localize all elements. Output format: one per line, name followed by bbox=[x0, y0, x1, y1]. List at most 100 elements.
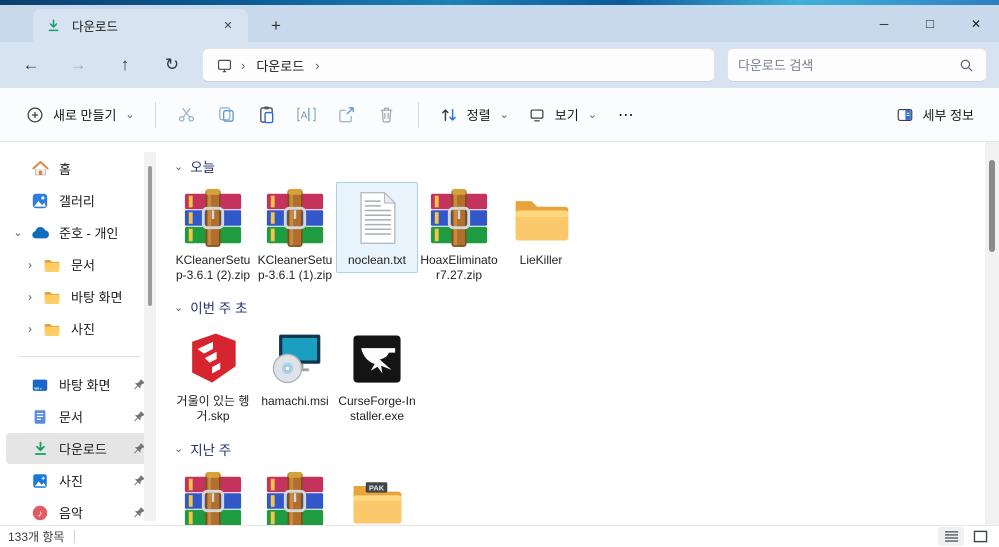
gallery-icon bbox=[30, 191, 50, 211]
search-icon bbox=[956, 55, 976, 75]
sketchup-file-icon bbox=[181, 327, 245, 391]
breadcrumb-downloads[interactable]: 다운로드 bbox=[252, 54, 308, 77]
chevron-down-icon: ⌄ bbox=[174, 442, 183, 455]
content-scrollbar[interactable] bbox=[985, 142, 999, 525]
chevron-down-icon: ⌄ bbox=[500, 108, 509, 121]
sidebar-item-home[interactable]: 홈 bbox=[6, 153, 154, 184]
sidebar-scrollbar-thumb[interactable] bbox=[148, 166, 152, 306]
winrar-archive-icon bbox=[181, 469, 245, 533]
items-count: 133개 항목 bbox=[8, 528, 64, 545]
details-button-label: 세부 정보 bbox=[923, 105, 974, 124]
group-label: 오늘 bbox=[190, 156, 215, 176]
group-label: 이번 주 초 bbox=[190, 297, 247, 317]
file-name: hamachi.msi bbox=[261, 394, 328, 409]
sidebar-label: 준호 - 개인 bbox=[59, 223, 148, 242]
this-pc-monitor-icon bbox=[214, 55, 234, 75]
file-item[interactable]: CurseForge-Installer.exe bbox=[336, 323, 418, 428]
svg-text:♪: ♪ bbox=[38, 508, 43, 519]
content-scrollbar-thumb[interactable] bbox=[989, 160, 995, 252]
view-button[interactable]: 보기 ⌄ bbox=[518, 98, 606, 132]
sidebar-item-pictures-tree[interactable]: › 사진 bbox=[6, 313, 154, 344]
more-options-button[interactable]: ⋯ bbox=[606, 105, 647, 125]
up-button[interactable]: ↑ bbox=[108, 49, 142, 81]
tab-bar: 다운로드 ✕ + ─ □ ✕ bbox=[0, 5, 999, 42]
breadcrumb-chevron-icon: › bbox=[241, 58, 245, 73]
group-header-last-week[interactable]: ⌄ 지난 주 bbox=[174, 439, 977, 459]
file-row: KCleanerSetup-3.6.1 (2).zip KCleanerSetu… bbox=[172, 182, 977, 287]
file-item[interactable]: 거울이 있는 헹거.skp bbox=[172, 323, 254, 428]
winrar-archive-icon bbox=[427, 186, 491, 250]
folder-icon bbox=[42, 255, 62, 275]
new-tab-button[interactable]: + bbox=[262, 12, 290, 40]
sidebar-label: 갤러리 bbox=[59, 191, 148, 210]
chevron-down-icon[interactable]: ⌄ bbox=[6, 226, 30, 239]
delete-button[interactable] bbox=[367, 97, 407, 133]
chevron-down-icon: ⌄ bbox=[174, 160, 183, 173]
view-button-label: 보기 bbox=[555, 105, 579, 124]
music-icon: ♪ bbox=[30, 503, 50, 523]
close-button[interactable]: ✕ bbox=[953, 5, 999, 42]
sidebar-item-desktop[interactable]: 바탕 화면 bbox=[6, 369, 154, 400]
file-item[interactable]: KCleanerSetup-3.6.1 (2).zip bbox=[172, 182, 254, 287]
folder-icon bbox=[42, 287, 62, 307]
tab-downloads[interactable]: 다운로드 ✕ bbox=[33, 9, 248, 42]
new-button[interactable]: 새로 만들기 ⌄ bbox=[16, 98, 144, 132]
tab-close-button[interactable]: ✕ bbox=[218, 16, 238, 36]
sidebar-item-pictures[interactable]: 사진 bbox=[6, 465, 154, 496]
sidebar-divider bbox=[18, 356, 140, 357]
file-item-selected[interactable]: noclean.txt bbox=[336, 182, 418, 273]
breadcrumb-chevron-icon[interactable]: › bbox=[315, 58, 319, 73]
folder-icon bbox=[509, 186, 573, 250]
search-input[interactable] bbox=[738, 58, 956, 73]
window-controls: ─ □ ✕ bbox=[861, 5, 999, 42]
cut-button[interactable] bbox=[167, 97, 207, 133]
sidebar-item-downloads[interactable]: 다운로드 bbox=[6, 433, 154, 464]
rename-button[interactable]: A bbox=[287, 97, 327, 133]
details-view-toggle[interactable] bbox=[938, 527, 964, 546]
file-item[interactable]: HoaxEliminator7.27.zip bbox=[418, 182, 500, 287]
file-name: noclean.txt bbox=[348, 253, 406, 268]
large-icons-view-toggle[interactable] bbox=[967, 527, 993, 546]
maximize-button[interactable]: □ bbox=[907, 5, 953, 42]
chevron-right-icon[interactable]: › bbox=[18, 258, 42, 272]
text-file-icon bbox=[345, 186, 409, 250]
sidebar-scrollbar[interactable] bbox=[144, 152, 156, 521]
sidebar-item-onedrive-personal[interactable]: ⌄ 준호 - 개인 bbox=[6, 217, 154, 248]
chevron-right-icon[interactable]: › bbox=[18, 290, 42, 304]
svg-text:PAK: PAK bbox=[369, 483, 385, 492]
file-item[interactable]: KCleanerSetup-3.6.1 (1).zip bbox=[254, 182, 336, 287]
minimize-button[interactable]: ─ bbox=[861, 5, 907, 42]
sort-button[interactable]: 정렬 ⌄ bbox=[430, 98, 518, 132]
winrar-archive-icon bbox=[263, 469, 327, 533]
sidebar-label: 사진 bbox=[59, 471, 133, 490]
file-name: HoaxEliminator7.27.zip bbox=[420, 253, 498, 282]
sidebar-label: 홈 bbox=[59, 159, 148, 178]
address-bar[interactable]: › 다운로드 › bbox=[202, 48, 715, 82]
file-item[interactable]: LieKiller bbox=[500, 182, 582, 273]
group-header-today[interactable]: ⌄ 오늘 bbox=[174, 156, 977, 176]
share-button[interactable] bbox=[327, 97, 367, 133]
navigation-bar: ← → ↑ ↻ › 다운로드 › bbox=[0, 42, 999, 88]
file-name: KCleanerSetup-3.6.1 (2).zip bbox=[174, 253, 252, 282]
group-header-earlier-this-week[interactable]: ⌄ 이번 주 초 bbox=[174, 297, 977, 317]
file-item[interactable]: hamachi.msi bbox=[254, 323, 336, 414]
details-pane-button[interactable]: 세부 정보 bbox=[886, 98, 983, 132]
downloads-icon bbox=[30, 439, 50, 459]
back-button[interactable]: ← bbox=[14, 49, 48, 81]
copy-button[interactable] bbox=[207, 97, 247, 133]
pictures-icon bbox=[30, 471, 50, 491]
sidebar-item-music[interactable]: ♪ 음악 bbox=[6, 497, 154, 528]
sidebar-label: 다운로드 bbox=[59, 439, 133, 458]
paste-button[interactable] bbox=[247, 97, 287, 133]
sidebar-item-documents-tree[interactable]: › 문서 bbox=[6, 249, 154, 280]
status-bar: 133개 항목 bbox=[0, 525, 999, 547]
folder-icon bbox=[42, 319, 62, 339]
sidebar-item-documents[interactable]: 문서 bbox=[6, 401, 154, 432]
sidebar-item-gallery[interactable]: 갤러리 bbox=[6, 185, 154, 216]
documents-icon bbox=[30, 407, 50, 427]
chevron-right-icon[interactable]: › bbox=[18, 322, 42, 336]
sidebar-item-desktop-tree[interactable]: › 바탕 화면 bbox=[6, 281, 154, 312]
file-row: 거울이 있는 헹거.skp hamachi.msi CurseForge-Ins… bbox=[172, 323, 977, 428]
search-box[interactable] bbox=[727, 48, 987, 82]
refresh-button[interactable]: ↻ bbox=[155, 49, 189, 81]
